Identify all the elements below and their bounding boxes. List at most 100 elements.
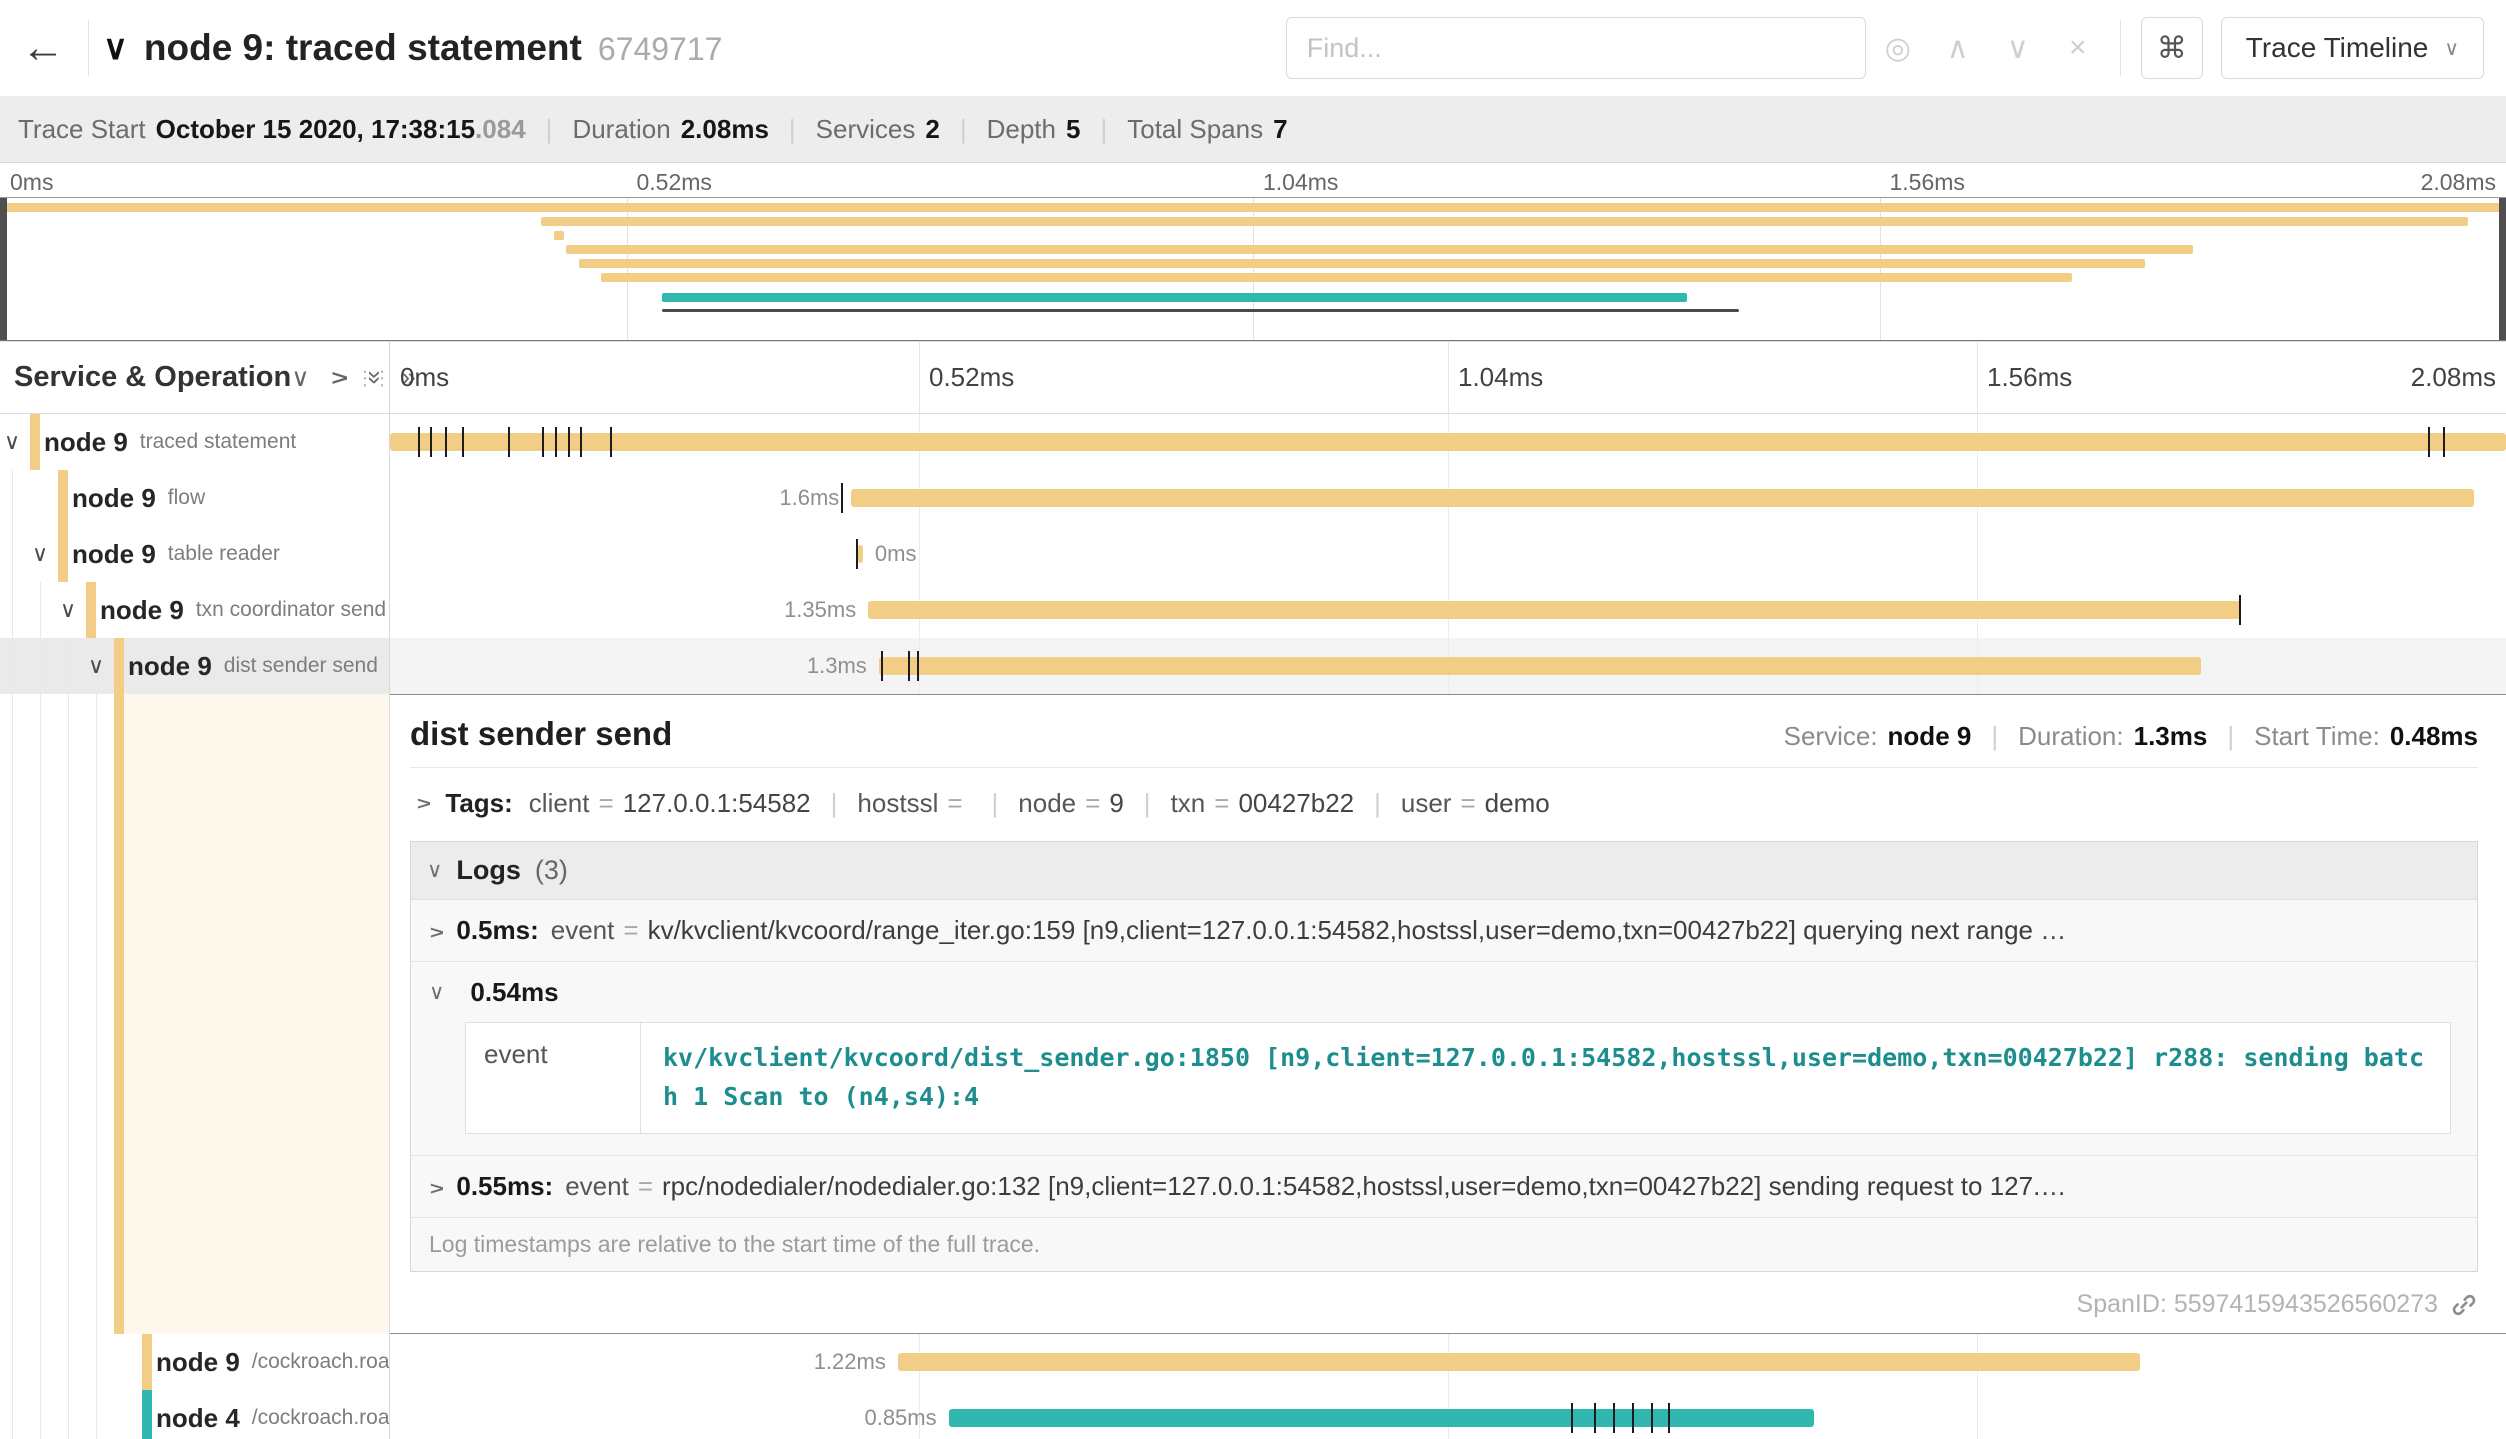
indent-guide xyxy=(68,638,69,694)
minimap-canvas[interactable] xyxy=(0,197,2506,341)
chevron-down-icon[interactable]: ∨ xyxy=(429,980,444,1005)
collapse-one-icon[interactable]: ∨ xyxy=(291,363,309,393)
chevron-down-icon[interactable]: ∨ xyxy=(4,429,20,455)
ruler-label: 0ms xyxy=(400,362,449,393)
divider xyxy=(410,767,2478,768)
log-fields-table: eventkv/kvclient/kvcoord/dist_sender.go:… xyxy=(465,1022,2451,1134)
span-row[interactable]: node 9flow1.6ms xyxy=(0,470,2506,526)
clear-search-button[interactable]: × xyxy=(2050,20,2106,76)
indent-guide xyxy=(40,1334,41,1390)
indent-guide xyxy=(68,1390,69,1439)
span-name-cell[interactable]: node 4/cockroach.roachpb.I... xyxy=(0,1390,390,1439)
logs-header[interactable]: ∨ Logs (3) xyxy=(411,842,2477,899)
equals-sign: = xyxy=(947,788,962,818)
tag-item: node=9 xyxy=(1018,788,1124,819)
trace-collapse-chevron-icon[interactable]: ∨ xyxy=(103,28,128,68)
back-button[interactable]: ← xyxy=(12,16,74,80)
span-row[interactable]: ∨node 9traced statement xyxy=(0,414,2506,470)
divider xyxy=(88,20,89,76)
span-name-cell[interactable]: ∨node 9traced statement xyxy=(0,414,390,470)
span-timeline-cell[interactable]: 0.85ms xyxy=(390,1390,2506,1439)
span-row[interactable]: ∨node 9dist sender send 1.3ms xyxy=(0,638,2506,694)
operation-name: /cockroach.roachpb.I... xyxy=(252,1350,390,1374)
summary-item: Depth5 xyxy=(987,114,1081,145)
span-bar[interactable] xyxy=(858,545,863,563)
log-entry-header[interactable]: ∨0.54ms xyxy=(429,977,2459,1008)
span-bar[interactable] xyxy=(949,1409,1814,1427)
column-resizer-grip[interactable]: ⋮⋮ xyxy=(355,365,389,390)
ruler-label: 1.56ms xyxy=(1987,362,2072,393)
scrubber-left-handle[interactable] xyxy=(0,198,7,340)
span-id: SpanID: 5597415943526560273 xyxy=(2077,1290,2478,1319)
log-entry[interactable]: ∨0.55ms:event=rpc/nodedialer/nodedialer.… xyxy=(411,1155,2477,1217)
span-name-cell[interactable]: ∨node 9dist sender send xyxy=(0,638,390,694)
span-duration-label: 1.3ms xyxy=(807,653,867,679)
service-name: node 9 xyxy=(44,427,128,458)
operation-name: table reader xyxy=(168,542,280,566)
trace-summary-bar: Trace StartOctober 15 2020, 17:38:15.084… xyxy=(0,97,2506,163)
service-name: node 9 xyxy=(156,1347,240,1378)
tag-item: client=127.0.0.1:54582 xyxy=(529,788,811,819)
span-name-cell[interactable]: ∨node 9txn coordinator send xyxy=(0,582,390,638)
find-input[interactable] xyxy=(1286,17,1866,79)
chevron-down-icon[interactable]: ∨ xyxy=(88,653,104,679)
span-bar[interactable] xyxy=(390,433,2506,451)
chevron-right-icon[interactable]: ∨ xyxy=(424,1180,449,1195)
equals-sign: = xyxy=(1214,788,1229,818)
log-entry[interactable]: ∨0.54ms eventkv/kvclient/kvcoord/dist_sen… xyxy=(411,961,2477,1155)
span-timeline-cell[interactable]: 1.35ms xyxy=(390,582,2506,638)
operation-name: dist sender send xyxy=(224,654,378,678)
log-entries: ∨0.5ms:event=kv/kvclient/kvcoord/range_i… xyxy=(411,899,2477,1217)
tag-key: hostssl xyxy=(857,788,938,818)
scrubber-right-handle[interactable] xyxy=(2499,198,2506,340)
span-name-cell[interactable]: ∨node 9table reader xyxy=(0,526,390,582)
gridline xyxy=(1448,526,1449,582)
span-row[interactable]: ∨node 9table reader0ms xyxy=(0,526,2506,582)
axis-label: 2.08ms xyxy=(2421,169,2496,196)
span-timeline-cell[interactable] xyxy=(390,414,2506,470)
chevron-down-icon[interactable]: ∨ xyxy=(32,541,48,567)
span-duration-label: 0.85ms xyxy=(864,1405,936,1431)
detail-meta-item: Service:node 9 xyxy=(1784,721,1972,752)
chevron-right-icon[interactable]: ∨ xyxy=(424,925,449,940)
span-timeline-cell[interactable]: 0ms xyxy=(390,526,2506,582)
indent-guide xyxy=(96,1334,97,1390)
keyboard-shortcuts-button[interactable]: ⌘ xyxy=(2141,17,2203,79)
tags-row[interactable]: ∨ Tags: client=127.0.0.1:54582|hostssl=|… xyxy=(410,780,2478,827)
match-highlight-icon[interactable]: ◎ xyxy=(1870,20,1926,76)
deep-link-icon[interactable] xyxy=(2450,1291,2478,1319)
indent-guide xyxy=(40,1390,41,1439)
span-meta: Service:node 9|Duration:1.3ms|Start Time… xyxy=(1784,721,2478,752)
span-bar[interactable] xyxy=(879,657,2202,675)
summary-item: Trace StartOctober 15 2020, 17:38:15.084 xyxy=(18,114,526,145)
span-name-cell[interactable]: node 9flow xyxy=(0,470,390,526)
span-row[interactable]: node 4/cockroach.roachpb.I... 0.85ms xyxy=(0,1390,2506,1439)
equals-sign: = xyxy=(623,915,638,946)
axis-label: 0ms xyxy=(10,169,53,196)
next-result-button[interactable]: ∨ xyxy=(1990,20,2046,76)
span-timeline-cell[interactable]: 1.6ms xyxy=(390,470,2506,526)
gridline xyxy=(919,342,920,413)
expand-one-icon[interactable]: ∨ xyxy=(324,368,354,386)
span-tick xyxy=(1651,1403,1653,1433)
service-color-strip xyxy=(86,582,96,638)
minimap-viewport-scrubber[interactable] xyxy=(0,197,2506,341)
span-tick xyxy=(1632,1403,1634,1433)
span-tick xyxy=(917,651,919,681)
span-bar[interactable] xyxy=(851,489,2474,507)
span-row[interactable]: node 9/cockroach.roachpb.I...1.22ms xyxy=(0,1334,2506,1390)
span-bar[interactable] xyxy=(868,601,2241,619)
span-row[interactable]: ∨node 9txn coordinator send1.35ms xyxy=(0,582,2506,638)
span-name-cell[interactable]: node 9/cockroach.roachpb.I... xyxy=(0,1334,390,1390)
prev-result-button[interactable]: ∧ xyxy=(1930,20,1986,76)
span-operation-title: dist sender send xyxy=(410,715,672,753)
span-timeline-cell[interactable]: 1.3ms xyxy=(390,638,2506,694)
log-entry[interactable]: ∨0.5ms:event=kv/kvclient/kvcoord/range_i… xyxy=(411,899,2477,961)
span-timeline-cell[interactable]: 1.22ms xyxy=(390,1334,2506,1390)
tag-key: node xyxy=(1018,788,1076,818)
chevron-down-icon[interactable]: ∨ xyxy=(60,597,76,623)
trace-view-selector[interactable]: Trace Timeline ∨ xyxy=(2221,17,2484,79)
separator: | xyxy=(1144,788,1151,819)
span-bar[interactable] xyxy=(898,1353,2140,1371)
separator: | xyxy=(1991,721,1998,752)
